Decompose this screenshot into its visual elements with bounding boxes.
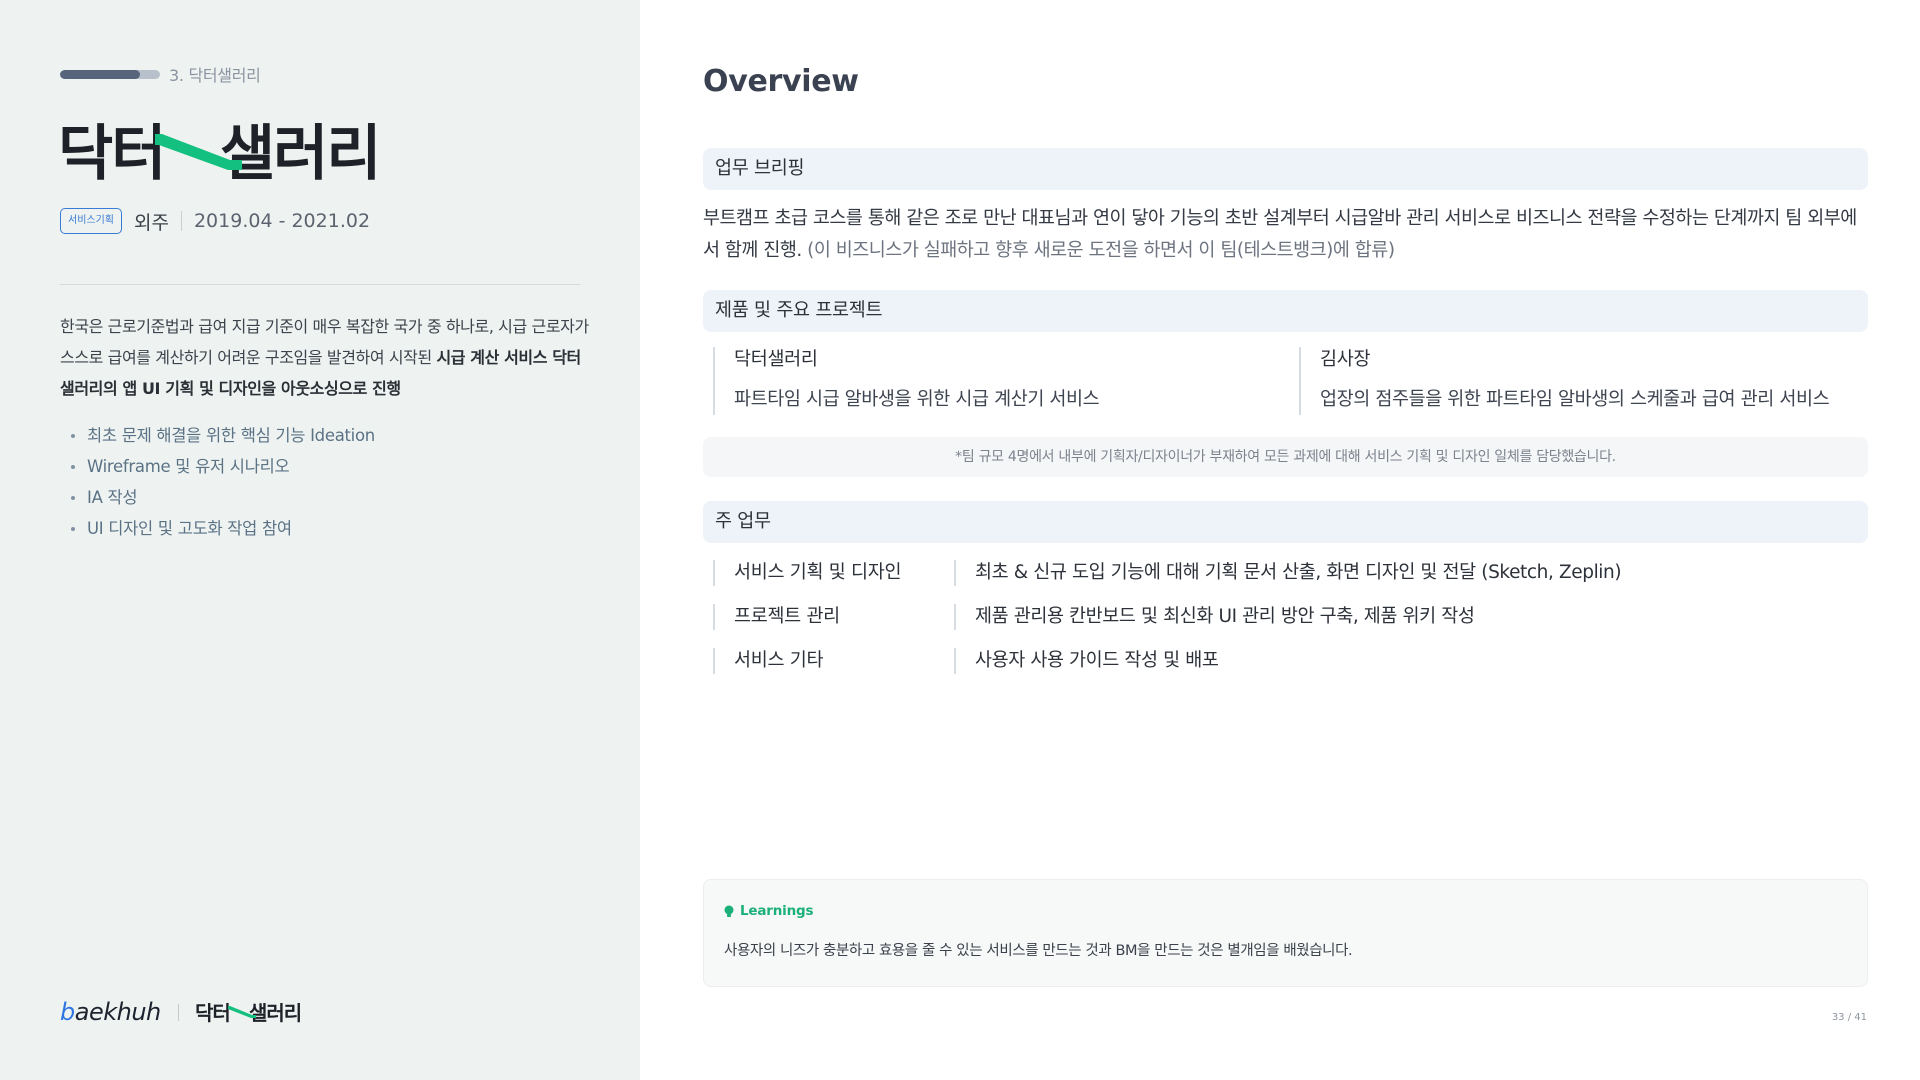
project-intro: 한국은 근로기준법과 급여 지급 기준이 매우 복잡한 국가 중 하나로, 시급… bbox=[60, 311, 590, 404]
task-row: 프로젝트 관리 제품 관리용 칸반보드 및 최신화 UI 관리 방안 구축, 제… bbox=[713, 604, 1853, 630]
product-description: 업장의 점주들을 위한 파트타임 알바생의 스케줄과 급여 관리 서비스 bbox=[1320, 389, 1830, 410]
footer-divider bbox=[177, 1003, 179, 1021]
logo-text-part2: 샐러리 bbox=[220, 119, 378, 189]
logo-text-part1: 닥터 bbox=[58, 119, 164, 189]
task-description: 최초 & 신규 도입 기능에 대해 기획 문서 산출, 화면 디자인 및 전달 … bbox=[954, 560, 1622, 586]
role-list: 최초 문제 해결을 위한 핵심 기능 Ideation Wireframe 및 … bbox=[70, 420, 375, 544]
category-badge: 서비스기획 bbox=[60, 208, 122, 234]
left-panel: 3. 닥터샐러리 닥터 샐러리 서비스기획 외주 2019.04 - 2021.… bbox=[0, 0, 640, 1080]
product-item-kimsajang: 김사장 업장의 점주들을 위한 파트타임 알바생의 스케줄과 급여 관리 서비스 bbox=[1299, 347, 1830, 415]
product-name: 김사장 bbox=[1320, 349, 1371, 370]
footer-brand: baekhuh 닥터 샐러리 bbox=[60, 998, 305, 1026]
learnings-title: Learnings bbox=[740, 903, 814, 919]
task-description: 사용자 사용 가이드 작성 및 배포 bbox=[954, 648, 1219, 674]
brand-initial: b bbox=[60, 998, 75, 1026]
list-item: Wireframe 및 유저 시나리오 bbox=[70, 451, 375, 482]
chapter-label: 3. 닥터샐러리 bbox=[169, 66, 261, 85]
baekhuh-logo: baekhuh bbox=[60, 998, 161, 1026]
product-item-doctorsalary: 닥터샐러리 파트타임 시급 알바생을 위한 시급 계산기 서비스 bbox=[713, 347, 1100, 415]
task-row: 서비스 기타 사용자 사용 가이드 작성 및 배포 bbox=[713, 648, 1853, 674]
project-type: 외주 bbox=[134, 211, 169, 234]
progress-bar bbox=[60, 69, 160, 79]
footer-logo-part2: 샐러리 bbox=[249, 1001, 301, 1025]
briefing-note: (이 비즈니스가 실패하고 향후 새로운 도전을 하면서 이 팀(테스트뱅크)에… bbox=[807, 240, 1395, 261]
progress-bar-fill bbox=[60, 69, 140, 79]
left-divider bbox=[60, 284, 580, 285]
list-item: UI 디자인 및 고도화 작업 참여 bbox=[70, 513, 375, 544]
project-logo: 닥터 샐러리 bbox=[58, 112, 378, 192]
section-heading-products: 제품 및 주요 프로젝트 bbox=[703, 290, 1868, 332]
brand-rest: aekhuh bbox=[74, 998, 162, 1026]
task-label: 서비스 기타 bbox=[713, 648, 823, 674]
task-row: 서비스 기획 및 디자인 최초 & 신규 도입 기능에 대해 기획 문서 산출,… bbox=[713, 560, 1853, 586]
learnings-header: Learnings bbox=[724, 903, 813, 919]
product-name: 닥터샐러리 bbox=[734, 349, 818, 370]
project-period: 2019.04 - 2021.02 bbox=[193, 210, 371, 232]
section-heading-tasks: 주 업무 bbox=[703, 501, 1868, 543]
footer-logo-part1: 닥터 bbox=[195, 1001, 230, 1025]
task-label: 서비스 기획 및 디자인 bbox=[713, 560, 902, 586]
section-heading-briefing: 업무 브리핑 bbox=[703, 148, 1868, 190]
briefing-text: 부트캠프 초급 코스를 통해 같은 조로 만난 대표님과 연이 닿아 기능의 초… bbox=[703, 203, 1868, 267]
task-description: 제품 관리용 칸반보드 및 최신화 UI 관리 방안 구축, 제품 위키 작성 bbox=[954, 604, 1475, 630]
page-title: Overview bbox=[703, 64, 859, 99]
product-list: 닥터샐러리 파트타임 시급 알바생을 위한 시급 계산기 서비스 김사장 업장의… bbox=[703, 347, 1868, 417]
chapter-progress: 3. 닥터샐러리 bbox=[60, 62, 261, 86]
learnings-callout: Learnings 사용자의 니즈가 충분하고 효용을 줄 수 있는 서비스를 … bbox=[703, 879, 1868, 987]
learnings-text: 사용자의 니즈가 충분하고 효용을 줄 수 있는 서비스를 만드는 것과 BM을… bbox=[724, 943, 1353, 959]
list-item: IA 작성 bbox=[70, 482, 375, 513]
page-number: 33 / 41 bbox=[1831, 1012, 1867, 1023]
lightbulb-icon bbox=[724, 905, 734, 917]
footer-project-logo: 닥터 샐러리 bbox=[195, 1001, 302, 1025]
project-meta: 서비스기획 외주 2019.04 - 2021.02 bbox=[60, 207, 370, 235]
product-description: 파트타임 시급 알바생을 위한 시급 계산기 서비스 bbox=[734, 389, 1100, 410]
project-logo-graphic: 닥터 샐러리 bbox=[58, 119, 378, 189]
team-note: *팀 규모 4명에서 내부에 기획자/디자이너가 부재하여 모든 과제에 대해 … bbox=[703, 437, 1868, 477]
task-label: 프로젝트 관리 bbox=[713, 604, 840, 630]
meta-divider bbox=[180, 211, 182, 231]
list-item: 최초 문제 해결을 위한 핵심 기능 Ideation bbox=[70, 420, 375, 451]
